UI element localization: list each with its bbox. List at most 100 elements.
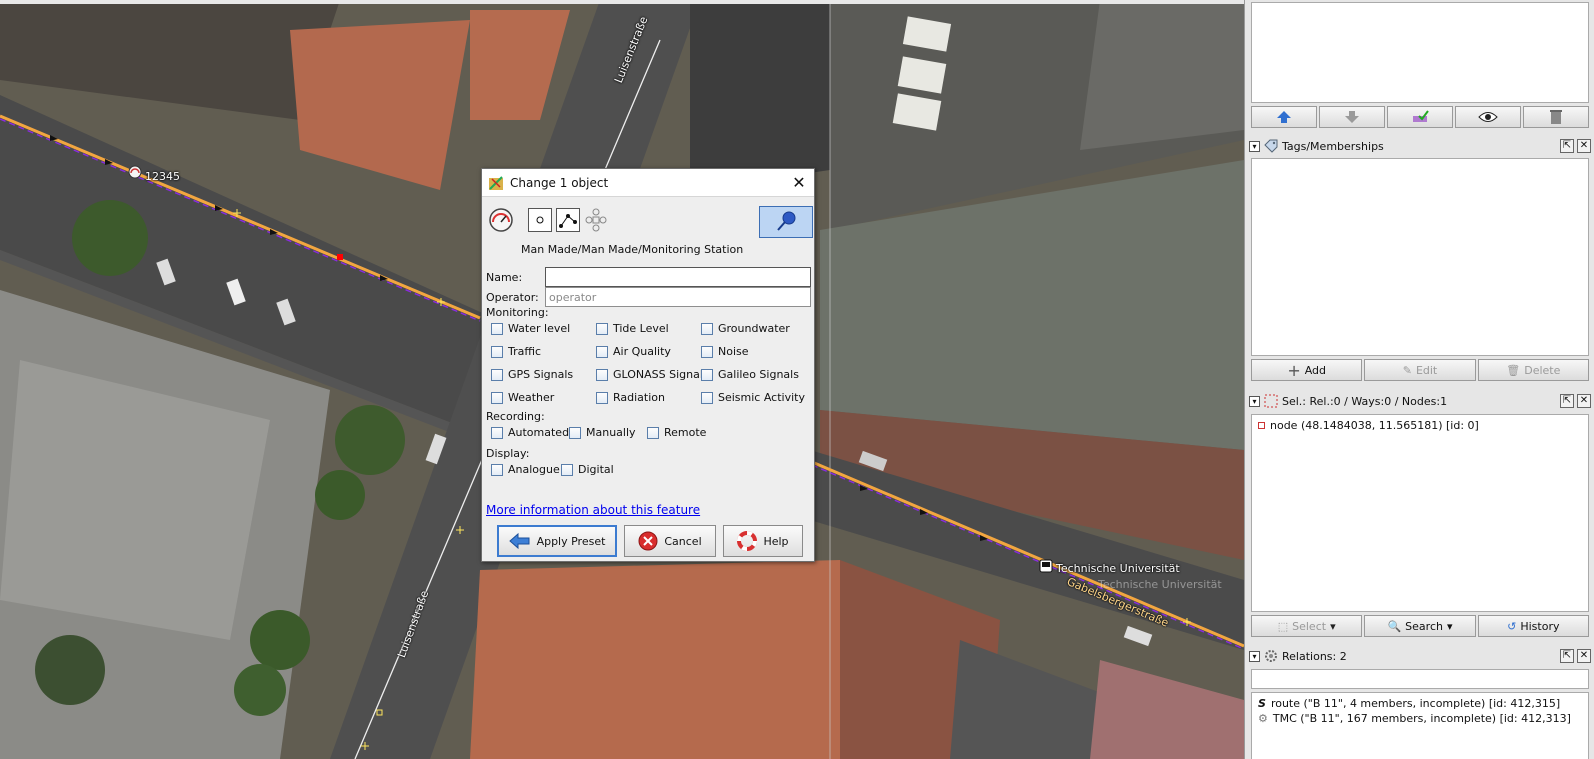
relation-item-label: route ("B 11", 4 members, incomplete) [i… [1270,697,1561,710]
checkbox-box[interactable] [491,463,503,476]
move-down-button[interactable] [1319,106,1385,128]
monitoring-checkbox[interactable]: GLONASS Signals [596,368,709,381]
monitoring-checkbox[interactable]: GPS Signals [491,368,573,381]
checkbox-label: Manually [586,426,636,439]
checkbox-box[interactable] [701,368,713,381]
operator-row: Operator: [486,287,811,307]
monitoring-checkbox[interactable]: Radiation [596,391,665,404]
detach-selection-icon[interactable]: ⇱ [1560,394,1574,408]
apply-arrow-icon [508,532,530,550]
right-sidebar: ▾ Tags/Memberships ⇱ ✕ + Add ✎ Edit 🗑 Delete… [1244,0,1594,759]
checkbox-box[interactable] [561,463,573,476]
checkbox-box[interactable] [596,368,608,381]
search-button[interactable]: 🔍 Search ▾ [1364,615,1476,637]
node-type-icon [528,208,552,232]
checkbox-box[interactable] [647,426,659,439]
checkbox-label: Air Quality [613,345,671,358]
delete-label: Delete [1524,363,1561,377]
relation-type-icon [585,208,607,232]
monitoring-checkbox[interactable]: Water level [491,322,570,335]
bus-stop-map-icon[interactable] [1039,559,1053,573]
name-input[interactable] [545,267,811,287]
recording-checkbox[interactable]: Manually [569,426,636,439]
monitoring-checkbox[interactable]: Noise [701,345,749,358]
checkbox-label: Analogue [508,463,560,476]
list-item[interactable]: node (48.1484038, 11.565181) [id: 0] [1252,418,1588,433]
josm-app-icon [489,175,503,190]
checkbox-box[interactable] [491,322,503,335]
detach-tags-icon[interactable]: ⇱ [1560,139,1574,153]
checkbox-label: Groundwater [718,322,790,335]
checkbox-box[interactable] [491,426,503,439]
monitoring-label: Monitoring: [486,306,549,319]
monitoring-checkbox[interactable]: Weather [491,391,554,404]
checkbox-label: Radiation [613,391,665,404]
detach-relations-icon[interactable]: ⇱ [1560,649,1574,663]
history-button[interactable]: ↺ History [1477,615,1589,637]
monitoring-station-icon [489,208,513,232]
checkbox-box[interactable] [491,345,503,358]
display-checkbox[interactable]: Digital [561,463,614,476]
layers-check-icon [1413,110,1429,122]
monitoring-checkbox[interactable]: Seismic Activity [701,391,805,404]
recording-checkbox[interactable]: Automated [491,426,569,439]
checkbox-box[interactable] [596,322,608,335]
checkbox-label: Noise [718,345,749,358]
relations-filter-input[interactable] [1251,669,1589,689]
selection-icon [1264,394,1278,408]
chevron-down-icon[interactable]: ▾ [1330,620,1336,633]
collapse-relations-icon[interactable]: ▾ [1249,650,1260,662]
monitoring-station-map-icon[interactable] [128,165,142,179]
edit-icon: ✎ [1402,363,1412,377]
tags-table[interactable] [1251,158,1589,356]
display-label: Display: [486,447,530,460]
arrow-up-icon [1277,111,1291,123]
toggle-visibility-button[interactable] [1455,106,1521,128]
list-item[interactable]: ⚙ TMC ("B 11", 167 members, incomplete) … [1252,711,1588,726]
checkbox-box[interactable] [569,426,581,439]
preset-path: Man Made/Man Made/Monitoring Station [521,243,744,256]
delete-layer-button[interactable] [1523,106,1589,128]
activate-layer-button[interactable] [1387,106,1453,128]
add-tag-button[interactable]: + Add [1251,359,1363,381]
collapse-selection-icon[interactable]: ▾ [1249,395,1260,407]
chevron-down-icon[interactable]: ▾ [1447,620,1453,633]
cancel-button[interactable]: Cancel [624,525,716,557]
dialog-titlebar[interactable]: Change 1 object ✕ [482,169,814,197]
monitoring-checkbox[interactable]: Traffic [491,345,541,358]
help-button[interactable]: Help [723,525,803,557]
checkbox-box[interactable] [491,391,503,404]
checkbox-box[interactable] [596,391,608,404]
list-item[interactable]: S route ("B 11", 4 members, incomplete) … [1252,696,1588,711]
checkbox-box[interactable] [701,345,713,358]
checkbox-label: Tide Level [613,322,669,335]
apply-preset-button[interactable]: Apply Preset [497,525,617,557]
checkbox-box[interactable] [701,391,713,404]
move-up-button[interactable] [1251,106,1317,128]
monitoring-checkbox[interactable]: Air Quality [596,345,671,358]
display-checkbox[interactable]: Analogue [491,463,560,476]
close-selection-icon[interactable]: ✕ [1577,394,1591,408]
relation-gear-icon: ⚙ [1258,712,1268,725]
edit-tag-button[interactable]: ✎ Edit [1364,359,1476,381]
checkbox-box[interactable] [701,322,713,335]
selection-item-label: node (48.1484038, 11.565181) [id: 0] [1270,419,1479,432]
checkbox-label: Galileo Signals [718,368,799,381]
operator-input[interactable] [545,287,811,307]
more-info-link[interactable]: More information about this feature [486,503,700,517]
checkbox-box[interactable] [491,368,503,381]
name-label: Name: [486,270,523,284]
close-tags-icon[interactable]: ✕ [1577,139,1591,153]
monitoring-checkbox[interactable]: Tide Level [596,322,669,335]
checkbox-box[interactable] [596,345,608,358]
close-icon[interactable]: ✕ [790,173,808,192]
select-button[interactable]: ⬚ Select ▾ [1251,615,1363,637]
checkbox-label: GLONASS Signals [613,368,709,381]
monitoring-checkbox[interactable]: Groundwater [701,322,790,335]
pin-toggle-button[interactable] [759,206,813,238]
collapse-tags-icon[interactable]: ▾ [1249,140,1260,152]
recording-checkbox[interactable]: Remote [647,426,706,439]
delete-tag-button[interactable]: 🗑 Delete [1477,359,1589,381]
monitoring-checkbox[interactable]: Galileo Signals [701,368,799,381]
close-relations-icon[interactable]: ✕ [1577,649,1591,663]
